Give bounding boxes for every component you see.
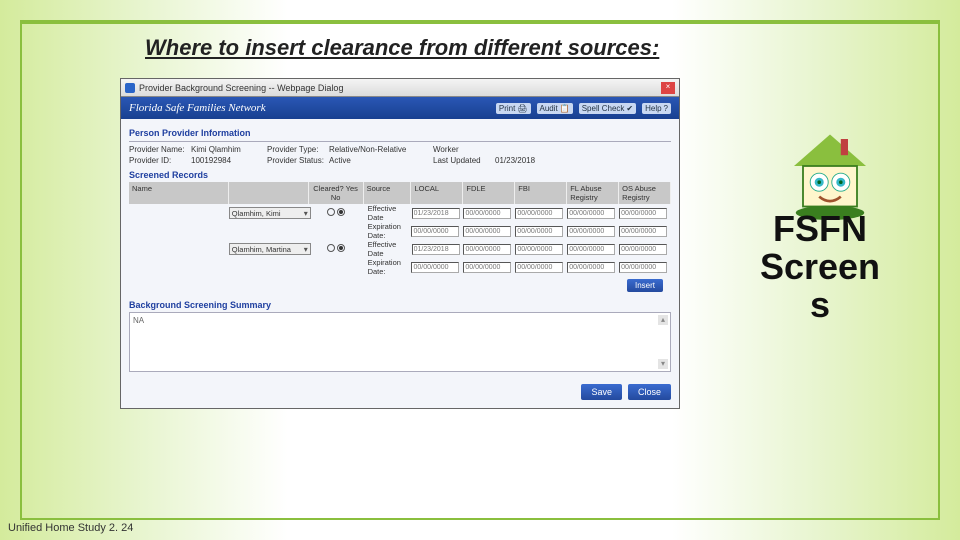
spell-icon: ✔ <box>626 104 633 113</box>
fbi-exp-date[interactable] <box>515 262 563 273</box>
side-label-line2: Screen <box>740 248 900 286</box>
col-name: Name <box>129 182 229 204</box>
fdle-exp-date[interactable] <box>463 262 511 273</box>
col-fbi: FBI <box>515 182 567 204</box>
osabuse-eff-date[interactable] <box>619 244 667 255</box>
save-button[interactable]: Save <box>581 384 622 400</box>
provider-id-value: 100192984 <box>191 156 263 165</box>
person-info-section: Person Provider Information <box>129 125 671 142</box>
scroll-down-icon[interactable]: ▾ <box>658 359 668 369</box>
flabuse-eff-date[interactable] <box>567 208 615 219</box>
ie-icon <box>125 83 135 93</box>
fbi-eff-date[interactable] <box>515 244 563 255</box>
col-cleared: Cleared? Yes No <box>309 182 364 204</box>
print-icon: 🖨 <box>517 104 527 113</box>
provider-id-label: Provider ID: <box>129 156 187 165</box>
flabuse-eff-date[interactable] <box>567 244 615 255</box>
worker-label: Worker <box>433 145 491 154</box>
local-eff-date[interactable] <box>412 244 460 255</box>
help-icon: ? <box>664 104 668 113</box>
person-select[interactable]: Qlamhim, Kimi▾ <box>229 207 311 219</box>
chevron-down-icon: ▾ <box>304 245 308 254</box>
fbi-eff-date[interactable] <box>515 208 563 219</box>
table-row: Expiration Date: <box>129 222 671 240</box>
app-name: Florida Safe Families Network <box>129 102 266 114</box>
background-screening-dialog: Provider Background Screening -- Webpage… <box>120 78 680 409</box>
osabuse-exp-date[interactable] <box>619 262 667 273</box>
audit-icon: 📋 <box>560 104 570 113</box>
footer-text: Unified Home Study 2. 24 <box>8 522 133 534</box>
table-row: Expiration Date: <box>129 258 671 276</box>
summary-textarea[interactable]: NA ▴ ▾ <box>129 312 671 372</box>
flabuse-exp-date[interactable] <box>567 262 615 273</box>
scroll-up-icon[interactable]: ▴ <box>658 315 668 325</box>
last-updated-value: 01/23/2018 <box>495 156 567 165</box>
chevron-down-icon: ▾ <box>304 209 308 218</box>
person-select[interactable]: Qlamhim, Martina▾ <box>229 243 311 255</box>
provider-name-value: Kimi Qlamhim <box>191 145 263 154</box>
col-osabuse: OS Abuse Registry <box>619 182 671 204</box>
local-exp-date[interactable] <box>411 226 459 237</box>
side-label-line1: FSFN <box>740 210 900 248</box>
summary-text: NA <box>133 316 144 325</box>
app-header: Florida Safe Families Network Print🖨 Aud… <box>121 97 679 119</box>
audit-button[interactable]: Audit📋 <box>537 103 573 114</box>
cleared-no-radio[interactable] <box>337 208 345 216</box>
window-titlebar: Provider Background Screening -- Webpage… <box>121 79 679 97</box>
provider-name-label: Provider Name: <box>129 145 187 154</box>
row-exp-label: Expiration Date: <box>364 222 412 240</box>
fbi-exp-date[interactable] <box>515 226 563 237</box>
provider-status-label: Provider Status: <box>267 156 325 165</box>
local-eff-date[interactable] <box>412 208 460 219</box>
table-row: Qlamhim, Kimi▾ Effective Date <box>129 204 671 222</box>
house-character-icon <box>785 130 875 220</box>
col-flabuse: FL Abuse Registry <box>567 182 619 204</box>
table-header: Name Cleared? Yes No Source LOCAL FDLE F… <box>129 182 671 204</box>
screened-records-section: Screened Records <box>129 170 671 180</box>
provider-status-value: Active <box>329 156 429 165</box>
fdle-eff-date[interactable] <box>463 244 511 255</box>
cleared-yes-radio[interactable] <box>327 244 335 252</box>
local-exp-date[interactable] <box>411 262 459 273</box>
cleared-yes-radio[interactable] <box>327 208 335 216</box>
osabuse-eff-date[interactable] <box>619 208 667 219</box>
provider-type-label: Provider Type: <box>267 145 325 154</box>
row-eff-label: Effective Date <box>364 240 412 258</box>
fdle-eff-date[interactable] <box>463 208 511 219</box>
osabuse-exp-date[interactable] <box>619 226 667 237</box>
print-button[interactable]: Print🖨 <box>496 103 531 114</box>
side-label-line3: s <box>740 286 900 324</box>
row-eff-label: Effective Date <box>364 204 412 222</box>
spellcheck-button[interactable]: Spell Check✔ <box>579 103 636 114</box>
table-row: Qlamhim, Martina▾ Effective Date <box>129 240 671 258</box>
provider-type-value: Relative/Non-Relative <box>329 145 429 154</box>
summary-section: Background Screening Summary <box>129 300 671 310</box>
help-button[interactable]: Help? <box>642 103 671 114</box>
col-source: Source <box>364 182 412 204</box>
side-label: FSFN Screen s <box>740 210 900 323</box>
col-local: LOCAL <box>411 182 463 204</box>
flabuse-exp-date[interactable] <box>567 226 615 237</box>
col-fdle: FDLE <box>463 182 515 204</box>
fdle-exp-date[interactable] <box>463 226 511 237</box>
window-title: Provider Background Screening -- Webpage… <box>139 83 343 93</box>
row-exp-label: Expiration Date: <box>364 258 412 276</box>
worker-value <box>495 145 567 154</box>
last-updated-label: Last Updated <box>433 156 491 165</box>
close-button[interactable]: Close <box>628 384 671 400</box>
insert-button[interactable]: Insert <box>627 279 663 292</box>
cleared-no-radio[interactable] <box>337 244 345 252</box>
slide-title: Where to insert clearance from different… <box>145 35 659 61</box>
close-icon[interactable]: × <box>661 82 675 94</box>
